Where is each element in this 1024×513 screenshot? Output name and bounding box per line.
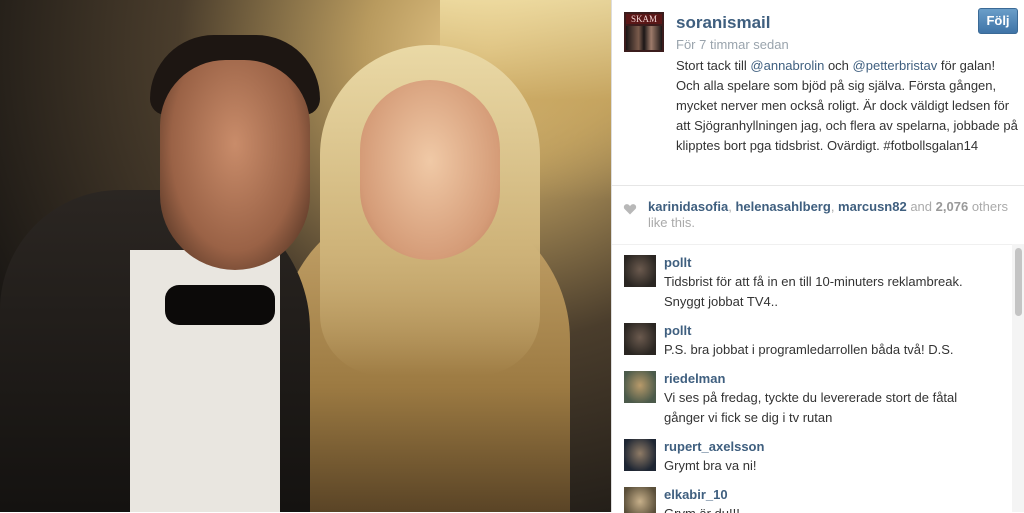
user-avatar[interactable]: SKAM <box>624 12 664 52</box>
comment-text: Tidsbrist för att få in en till 10-minut… <box>664 274 963 309</box>
photo-man-face <box>160 60 310 270</box>
comment-text: P.S. bra jobbat i programledarrollen båd… <box>664 342 954 357</box>
post-photo[interactable] <box>0 0 611 512</box>
comment-avatar[interactable] <box>624 439 656 471</box>
comment-avatar[interactable] <box>624 371 656 403</box>
comments-scrollbar[interactable] <box>1012 244 1024 512</box>
post-side-panel: SKAM soranismail För 7 timmar sedan Följ… <box>611 0 1024 513</box>
comment-username[interactable]: rupert_axelsson <box>664 439 764 454</box>
comment-username[interactable]: riedelman <box>664 371 725 386</box>
comment-username[interactable]: elkabir_10 <box>664 487 728 502</box>
post-timestamp: För 7 timmar sedan <box>676 37 789 52</box>
likes-text: karinidasofia, helenasahlberg, marcusn82… <box>648 199 1008 230</box>
caption-text: och <box>824 58 853 73</box>
caption-text: Stort tack till <box>676 58 751 73</box>
comment-avatar[interactable] <box>624 255 656 287</box>
liker-link[interactable]: helenasahlberg <box>735 199 830 214</box>
mention-link[interactable]: @annabrolin <box>750 58 824 73</box>
comment-text: Grymt bra va ni! <box>664 458 757 473</box>
post-caption: Stort tack till @annabrolin och @petterb… <box>676 56 1018 156</box>
heart-icon[interactable] <box>623 202 637 216</box>
post-username[interactable]: soranismail <box>676 13 771 33</box>
follow-button[interactable]: Följ <box>978 8 1018 34</box>
comment-avatar[interactable] <box>624 487 656 513</box>
photo-woman-face <box>360 80 500 260</box>
comments-list[interactable]: pollt Tidsbrist för att få in en till 10… <box>612 244 1012 513</box>
likes-count[interactable]: 2,076 <box>936 199 969 214</box>
photo-bow-tie <box>165 285 275 325</box>
liker-link[interactable]: marcusn82 <box>838 199 907 214</box>
post-header: SKAM soranismail För 7 timmar sedan Följ… <box>612 0 1024 186</box>
mention-link[interactable]: @petterbristav <box>853 58 938 73</box>
post-viewer: SKAM soranismail För 7 timmar sedan Följ… <box>0 0 1024 513</box>
liker-link[interactable]: karinidasofia <box>648 199 728 214</box>
comment-username[interactable]: pollt <box>664 323 691 338</box>
scrollbar-thumb[interactable] <box>1015 248 1022 316</box>
likes-and: and <box>910 199 933 214</box>
comment-username[interactable]: pollt <box>664 255 691 270</box>
avatar-image <box>626 26 662 50</box>
comment-avatar[interactable] <box>624 323 656 355</box>
likes-row: karinidasofia, helenasahlberg, marcusn82… <box>612 196 1024 236</box>
comment-text: Vi ses på fredag, tyckte du levererade s… <box>664 390 958 425</box>
avatar-logo: SKAM <box>626 14 662 24</box>
